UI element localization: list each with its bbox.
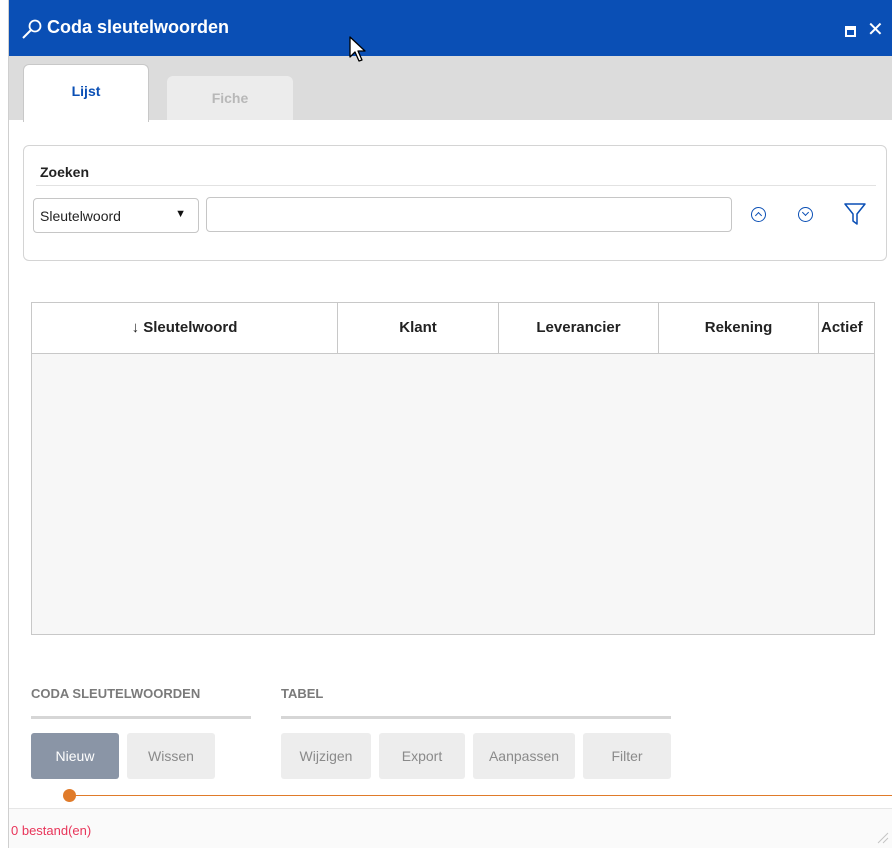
group-label-tabel: TABEL (281, 686, 324, 701)
close-icon[interactable]: ✕ (867, 20, 884, 40)
column-header-rekening[interactable]: Rekening (659, 303, 819, 354)
customize-button[interactable]: Aanpassen (473, 733, 575, 779)
tab-lijst[interactable]: Lijst (23, 64, 149, 122)
search-panel: Zoeken Sleutelwoord ▼ (23, 145, 887, 261)
new-button[interactable]: Nieuw (31, 733, 119, 779)
column-header-actief[interactable]: Actief (819, 303, 874, 354)
filter-button[interactable]: Filter (583, 733, 671, 779)
group-label-coda-sleutelwoorden: CODA SLEUTELWOORDEN (31, 686, 201, 701)
search-divider (36, 185, 876, 186)
magnifier-icon (22, 19, 42, 39)
export-button[interactable]: Export (379, 733, 465, 779)
tab-fiche[interactable]: Fiche (167, 76, 293, 120)
window-title: Coda sleutelwoorden (47, 17, 230, 37)
progress-dot-icon (63, 789, 76, 802)
progress-line (69, 795, 892, 796)
tab-strip: Lijst Fiche (9, 56, 892, 122)
sort-ascending-icon[interactable] (751, 207, 766, 222)
group-divider (281, 716, 671, 719)
search-field-select-value: Sleutelwoord (40, 208, 121, 224)
column-header-sleutelwoord[interactable]: ↓ Sleutelwoord (32, 303, 338, 354)
search-title: Zoeken (40, 164, 90, 180)
filter-icon[interactable] (844, 202, 866, 226)
mouse-cursor-icon (349, 36, 366, 62)
status-bar: 0 bestand(en) (9, 808, 892, 848)
maximize-icon[interactable] (845, 26, 856, 37)
column-header-klant[interactable]: Klant (338, 303, 499, 354)
sort-descending-icon[interactable] (798, 207, 813, 222)
edit-button[interactable]: Wijzigen (281, 733, 371, 779)
delete-button[interactable]: Wissen (127, 733, 215, 779)
column-header-leverancier[interactable]: Leverancier (499, 303, 659, 354)
dropdown-arrow-icon: ▼ (175, 208, 186, 220)
title-bar[interactable]: Coda sleutelwoorden ✕ (9, 0, 892, 56)
table-header: ↓ Sleutelwoord Klant Leverancier Rekenin… (32, 303, 874, 354)
search-field-select[interactable]: Sleutelwoord ▼ (33, 198, 199, 233)
resize-grip-icon[interactable] (875, 830, 889, 844)
coda-sleutelwoorden-window: Coda sleutelwoorden ✕ Lijst Fiche Zoeken… (8, 0, 892, 848)
keywords-table: ↓ Sleutelwoord Klant Leverancier Rekenin… (31, 302, 875, 635)
record-count: 0 bestand(en) (11, 823, 92, 838)
group-divider (31, 716, 251, 719)
search-input[interactable] (206, 197, 732, 232)
